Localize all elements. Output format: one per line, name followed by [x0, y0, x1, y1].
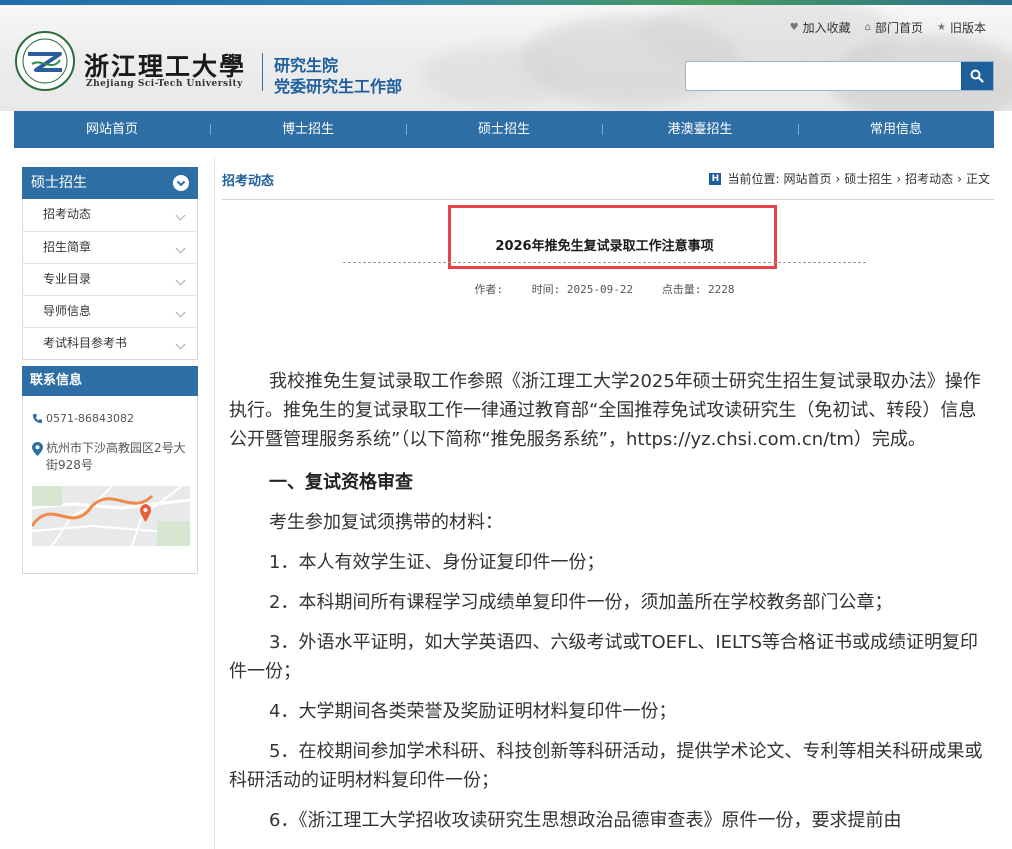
- old-version-link[interactable]: ★ 旧版本: [937, 19, 986, 36]
- article-time: 时间: 2025-09-22: [531, 283, 634, 296]
- article-hits: 点击量: 2228: [661, 283, 735, 296]
- sidebar-title: 硕士招生: [22, 167, 198, 199]
- article-paragraph: 6．《浙江理工大学招收攻读研究生思想政治品德审查表》原件一份，要求提前由: [269, 810, 902, 831]
- chevron-right-icon: ›: [835, 171, 841, 186]
- article-meta: 作者: 时间: 2025-09-22 点击量: 2228: [343, 281, 866, 297]
- article-paragraph: 我校推免生复试录取工作参照《浙江理工大学2025年硕士研究生招生复试录取办法》操…: [229, 371, 981, 450]
- article-paragraph: 4．大学期间各类荣誉及奖励证明材料复印件一份；: [269, 701, 677, 722]
- nav-master[interactable]: 硕士招生: [406, 111, 602, 148]
- sidebar-item-supervisors[interactable]: 导师信息: [23, 295, 197, 327]
- search-icon: [970, 69, 984, 83]
- home-icon: ⌂: [864, 22, 871, 33]
- nav-home[interactable]: 网站首页: [14, 111, 210, 148]
- article-paragraph: 1．本人有效学生证、身份证复印件一份；: [269, 552, 605, 573]
- breadcrumb-bar: 招考动态 H 当前位置: 网站首页 › 硕士招生 › 招考动态 › 正文: [222, 170, 994, 200]
- university-logo[interactable]: [14, 30, 76, 92]
- location-marker-icon: H: [709, 172, 722, 185]
- search-button[interactable]: [961, 62, 993, 90]
- circle-arrow-down-icon: [173, 175, 189, 191]
- article-body: 我校推免生复试录取工作参照《浙江理工大学2025年硕士研究生招生复试录取办法》操…: [229, 367, 984, 846]
- breadcrumb-exam-news[interactable]: 招考动态: [905, 170, 953, 187]
- section-title: 招考动态: [222, 174, 275, 189]
- search-box: [685, 61, 994, 91]
- breadcrumb: H 当前位置: 网站首页 › 硕士招生 › 招考动态 › 正文: [709, 170, 990, 187]
- site-header: 浙江理工大學 Zhejiang Sci-Tech University 研究生院…: [0, 5, 1012, 111]
- article-paragraph: 考生参加复试须携带的材料：: [269, 512, 503, 533]
- location-map[interactable]: [32, 486, 190, 546]
- chevron-down-icon: [175, 275, 186, 286]
- department-name-2: 党委研究生工作部: [274, 77, 403, 96]
- article-heading: 一、复试资格审查: [269, 472, 413, 493]
- chevron-right-icon: ›: [896, 171, 902, 186]
- contact-title: 联系信息: [22, 366, 198, 396]
- article-paragraph: 2．本科期间所有课程学习成绩单复印件一份，须加盖所在学校教务部门公章；: [269, 592, 893, 613]
- breadcrumb-current: 正文: [965, 172, 990, 186]
- nav-doctoral[interactable]: 博士招生: [210, 111, 406, 148]
- contact-phone: 0571-86843082: [32, 412, 134, 425]
- heart-icon: ♥: [789, 22, 799, 33]
- sidebar-item-majors[interactable]: 专业目录: [23, 263, 197, 295]
- phone-icon: [32, 413, 43, 424]
- chevron-down-icon: [175, 307, 186, 318]
- university-english-name: Zhejiang Sci-Tech University: [86, 79, 243, 89]
- sidebar-item-brochure[interactable]: 招生简章: [23, 231, 197, 263]
- top-links: ♥ 加入收藏 ⌂ 部门首页 ★ 旧版本: [790, 19, 986, 36]
- column-divider: [214, 158, 215, 849]
- breadcrumb-home[interactable]: 网站首页: [784, 170, 832, 187]
- chevron-down-icon: [175, 339, 186, 350]
- article-title: 2026年推免生复试录取工作注意事项: [495, 239, 714, 254]
- sidebar-list: 招考动态 招生简章 专业目录 导师信息 考试科目参考书: [22, 199, 198, 360]
- star-icon: ★: [937, 22, 946, 33]
- article-paragraph: 5．在校期间参加学术科研、科技创新等科研活动，提供学术论文、专利等相关科研成果或…: [229, 741, 983, 791]
- contact-address: 杭州市下沙高教园区2号大街928号: [32, 440, 194, 474]
- article-paragraph: 3．外语水平证明，如大学英语四、六级考试或TOEFL、IELTS等合格证书或成绩…: [229, 632, 979, 682]
- department-home-link[interactable]: ⌂ 部门首页: [865, 19, 923, 36]
- article-author: 作者:: [474, 283, 504, 296]
- title-divider: [343, 262, 866, 263]
- sidebar: 硕士招生 招考动态 招生简章 专业目录 导师信息 考试科目参考书: [22, 167, 198, 360]
- contact-panel: 联系信息 0571-86843082 杭州市下沙高教园区2号大街928号: [22, 366, 198, 574]
- breadcrumb-master[interactable]: 硕士招生: [844, 170, 892, 187]
- chevron-right-icon: ›: [957, 171, 962, 186]
- chevron-down-icon: [175, 243, 186, 254]
- main-nav: 网站首页 博士招生 硕士招生 港澳臺招生 常用信息: [14, 111, 994, 148]
- university-name: 浙江理工大學: [84, 52, 247, 81]
- search-input[interactable]: [686, 62, 961, 90]
- location-pin-icon: [32, 442, 43, 456]
- nav-common-info[interactable]: 常用信息: [798, 111, 994, 148]
- add-favorite-link[interactable]: ♥ 加入收藏: [790, 19, 851, 36]
- chevron-down-icon: [175, 210, 186, 221]
- header-divider: [262, 53, 263, 91]
- sidebar-item-reference-books[interactable]: 考试科目参考书: [23, 327, 197, 359]
- nav-hk-macao-taiwan[interactable]: 港澳臺招生: [602, 111, 798, 148]
- sidebar-item-exam-news[interactable]: 招考动态: [23, 199, 197, 231]
